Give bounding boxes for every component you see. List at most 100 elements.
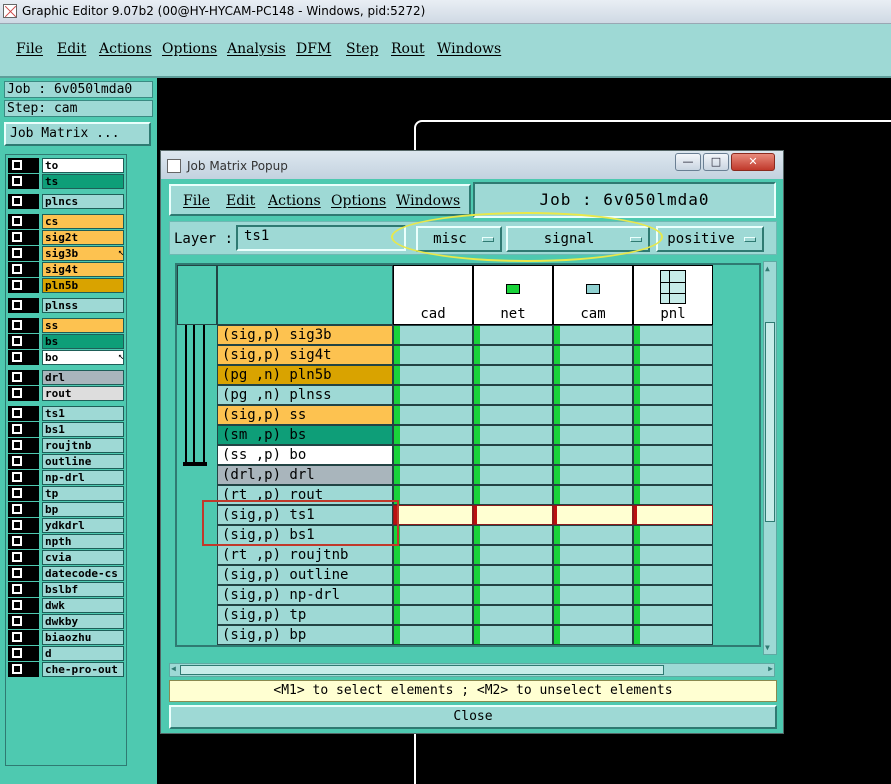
matrix-cell[interactable] [633, 385, 713, 405]
layer-name[interactable]: che-pro-out [42, 662, 124, 677]
matrix-row-label[interactable]: (sm ,p) bs [217, 425, 393, 445]
layer-item[interactable]: bs1 [8, 422, 126, 437]
layer-checkbox[interactable] [8, 630, 39, 645]
matrix-cell[interactable] [393, 425, 473, 445]
matrix-row-label[interactable]: (sig,p) ts1 [217, 505, 393, 525]
matrix-row-label[interactable]: (sig,p) bp [217, 625, 393, 645]
layer-checkbox[interactable] [8, 230, 39, 245]
menu-windows[interactable]: Windows [437, 41, 501, 57]
matrix-cell[interactable] [633, 425, 713, 445]
layer-checkbox[interactable] [8, 454, 39, 469]
menu-dfm[interactable]: DFM [296, 41, 331, 57]
matrix-row[interactable]: (sig,p) np-drl [177, 585, 763, 605]
layer-checkbox[interactable] [8, 350, 39, 365]
matrix-cell[interactable] [393, 345, 473, 365]
layer-name[interactable]: rout [42, 386, 124, 401]
layer-item[interactable]: tp [8, 486, 126, 501]
popup-menu-actions[interactable]: Actions [268, 193, 321, 209]
layer-item[interactable]: cs [8, 214, 126, 229]
matrix-cell[interactable] [553, 565, 633, 585]
matrix-cell[interactable] [633, 345, 713, 365]
layer-name[interactable]: d [42, 646, 124, 661]
layer-checkbox[interactable] [8, 422, 39, 437]
layer-checkbox[interactable] [8, 214, 39, 229]
matrix-cell[interactable] [393, 565, 473, 585]
layer-checkbox[interactable] [8, 406, 39, 421]
matrix-cell[interactable] [473, 405, 553, 425]
layer-name[interactable]: drl [42, 370, 124, 385]
layer-name[interactable]: npth [42, 534, 124, 549]
layer-name[interactable]: sig2t [42, 230, 124, 245]
layer-checkbox[interactable] [8, 518, 39, 533]
layer-name[interactable]: ydkdrl [42, 518, 124, 533]
matrix-cell[interactable] [633, 465, 713, 485]
context-option-menu[interactable]: misc [416, 226, 502, 252]
matrix-cell[interactable] [393, 605, 473, 625]
polarity-option-menu[interactable]: positive [656, 226, 764, 252]
layer-checkbox[interactable] [8, 370, 39, 385]
layer-item[interactable]: bslbf [8, 582, 126, 597]
job-matrix-button[interactable]: Job Matrix ... [4, 122, 151, 146]
layer-checkbox[interactable] [8, 298, 39, 313]
matrix-cell[interactable] [553, 405, 633, 425]
matrix-cell[interactable] [393, 525, 473, 545]
layer-item[interactable]: np-drl [8, 470, 126, 485]
layer-name[interactable]: ss [42, 318, 124, 333]
matrix-row-label[interactable]: (pg ,n) plnss [217, 385, 393, 405]
matrix-cell[interactable] [473, 605, 553, 625]
matrix-cell[interactable] [553, 385, 633, 405]
matrix-cell[interactable] [553, 345, 633, 365]
layer-checkbox[interactable] [8, 262, 39, 277]
matrix-row-label[interactable]: (rt ,p) roujtnb [217, 545, 393, 565]
column-header-pnl[interactable]: pnl [633, 265, 713, 325]
layer-checkbox[interactable] [8, 566, 39, 581]
matrix-cell[interactable] [633, 625, 713, 645]
matrix-row[interactable]: (pg ,n) pln5b [177, 365, 763, 385]
matrix-cell[interactable] [393, 365, 473, 385]
layer-name[interactable]: plnss [42, 298, 124, 313]
matrix-cell[interactable] [473, 445, 553, 465]
matrix-row-label[interactable]: (sig,p) sig3b [217, 325, 393, 345]
matrix-cell[interactable] [553, 425, 633, 445]
close-button[interactable]: Close [169, 705, 777, 729]
layer-name[interactable]: roujtnb [42, 438, 124, 453]
matrix-cell[interactable] [633, 445, 713, 465]
column-header-cam[interactable]: cam [553, 265, 633, 325]
matrix-cell[interactable] [553, 625, 633, 645]
layer-name[interactable]: bslbf [42, 582, 124, 597]
matrix-row[interactable]: (drl,p) drl [177, 465, 763, 485]
layer-name[interactable]: to [42, 158, 124, 173]
popup-menu-file[interactable]: File [183, 193, 210, 209]
layer-checkbox[interactable] [8, 614, 39, 629]
matrix-row[interactable]: (sm ,p) bs [177, 425, 763, 445]
matrix-cell[interactable] [553, 505, 633, 525]
maximize-button[interactable]: □ [703, 153, 729, 171]
matrix-cell[interactable] [553, 525, 633, 545]
matrix-row-label[interactable]: (sig,p) bs1 [217, 525, 393, 545]
layer-item[interactable]: outline [8, 454, 126, 469]
matrix-cell[interactable] [633, 325, 713, 345]
matrix-cell[interactable] [473, 565, 553, 585]
matrix-cell[interactable] [393, 385, 473, 405]
column-header-cad[interactable]: cad [393, 265, 473, 325]
menu-actions[interactable]: Actions [99, 41, 152, 57]
layer-checkbox[interactable] [8, 486, 39, 501]
layer-name[interactable]: tp [42, 486, 124, 501]
matrix-cell[interactable] [553, 445, 633, 465]
layer-name[interactable]: ts [42, 174, 124, 189]
layer-item[interactable]: ts1 [8, 406, 126, 421]
layer-name[interactable]: cs [42, 214, 124, 229]
layer-item[interactable]: bo ↖ [8, 350, 126, 365]
matrix-row[interactable]: (sig,p) tp [177, 605, 763, 625]
matrix-row-label[interactable]: (pg ,n) pln5b [217, 365, 393, 385]
matrix-row-label[interactable]: (sig,p) tp [217, 605, 393, 625]
layer-item[interactable]: bp [8, 502, 126, 517]
layer-checkbox[interactable] [8, 174, 39, 189]
layer-item[interactable]: pln5b [8, 278, 126, 293]
close-window-button[interactable]: ✕ [731, 153, 775, 171]
matrix-row-label[interactable]: (sig,p) ss [217, 405, 393, 425]
matrix-row[interactable]: (sig,p) ts1 [177, 505, 763, 525]
minimize-button[interactable]: — [675, 153, 701, 171]
layer-name[interactable]: ts1 [42, 406, 124, 421]
layer-item[interactable]: rout [8, 386, 126, 401]
